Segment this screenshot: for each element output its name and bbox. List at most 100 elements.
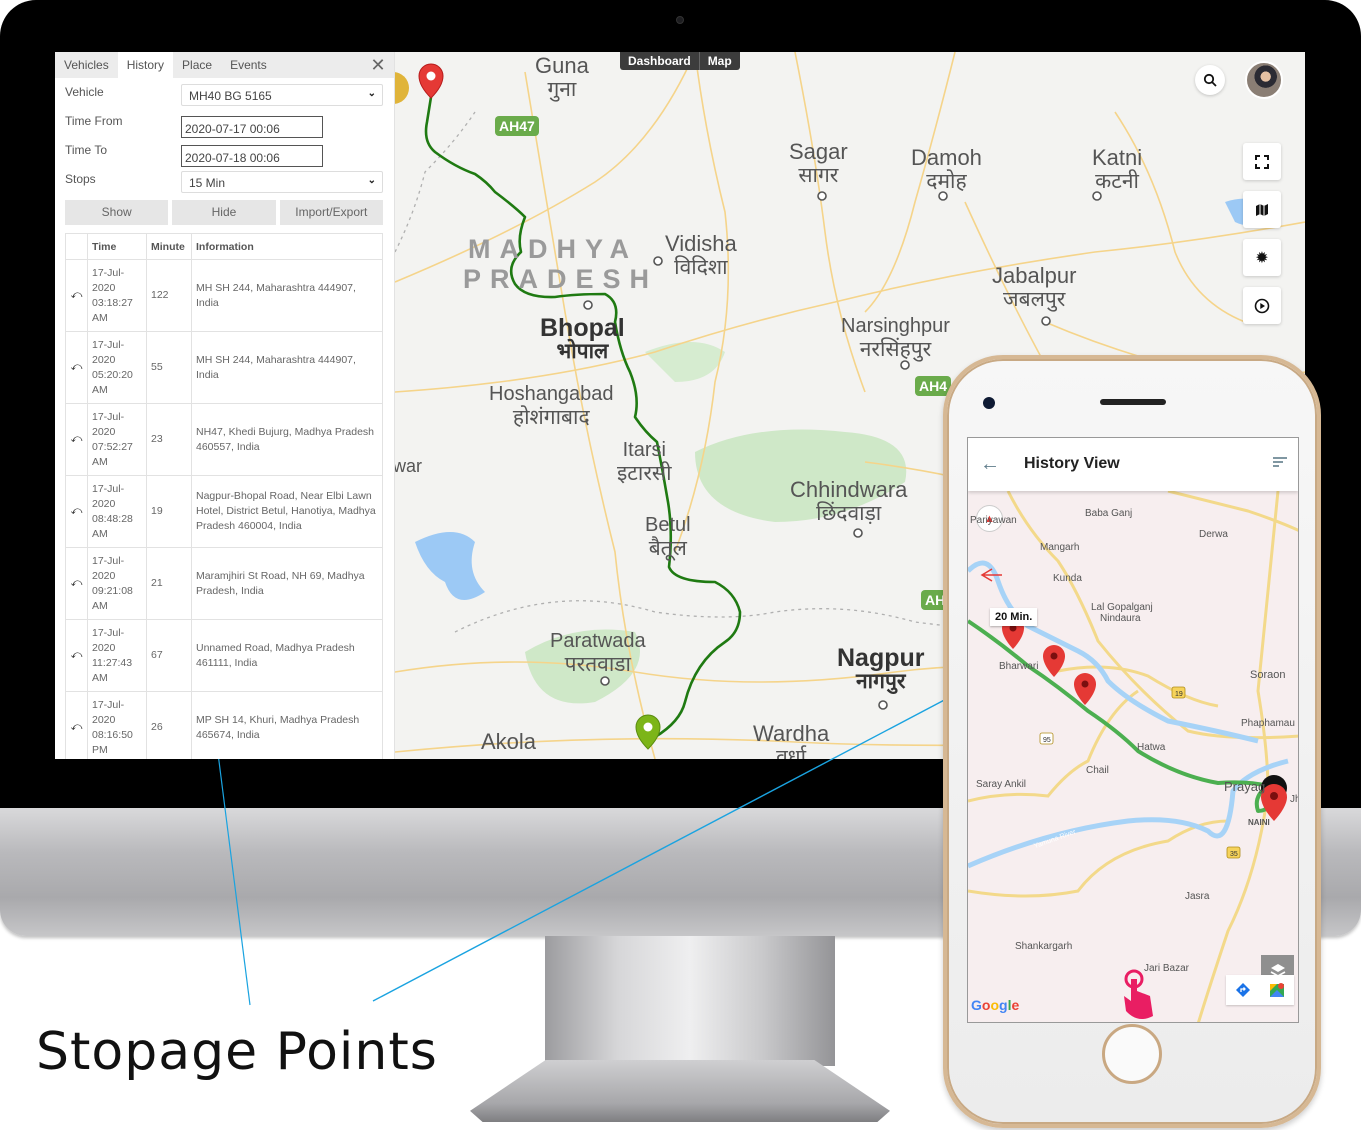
- import-export-button[interactable]: Import/Export: [279, 200, 383, 225]
- search-icon: [1203, 73, 1217, 87]
- header-minute[interactable]: Minute: [146, 233, 192, 260]
- tab-events[interactable]: Events: [221, 52, 276, 78]
- stop-minutes: 26: [146, 691, 192, 759]
- stop-time: 17-Jul-2020 03:18:27 AM: [87, 259, 147, 332]
- header-information[interactable]: Information: [191, 233, 383, 260]
- table-row[interactable]: ⤺ 17-Jul-2020 09:21:08 AM 21 Maramjhiri St …: [65, 547, 383, 620]
- stop-minutes: 122: [146, 259, 192, 332]
- header-icon-col: [65, 233, 88, 260]
- city-narsinghpur: Narsinghpur नरसिंहपुर: [841, 315, 950, 361]
- replay-icon[interactable]: ⤺: [65, 691, 88, 759]
- vehicle-select[interactable]: MH40 BG 5165 ⌄: [181, 84, 383, 106]
- open-in-maps-button[interactable]: [1260, 975, 1294, 1005]
- app-bar: ← History View: [968, 438, 1298, 491]
- stop-time: 17-Jul-2020 11:27:43 AM: [87, 619, 147, 692]
- table-header-row: Time Minute Information: [65, 233, 383, 260]
- nav-map[interactable]: Map: [698, 52, 740, 70]
- end-marker[interactable]: [635, 714, 661, 750]
- stop-minutes: 67: [146, 619, 192, 692]
- replay-icon[interactable]: ⤺: [65, 475, 88, 548]
- table-row[interactable]: ⤺ 17-Jul-2020 07:52:27 AM 23 NH47, Khedi Bu…: [65, 403, 383, 476]
- table-row[interactable]: ⤺ 17-Jul-2020 08:48:28 AM 19 Nagpur-Bhopal …: [65, 475, 383, 548]
- city-betul: Betul बैतूल: [645, 514, 691, 560]
- stop-time: 17-Jul-2020 09:21:08 AM: [87, 547, 147, 620]
- vehicle-select-value: MH40 BG 5165: [189, 89, 272, 103]
- stop-time: 17-Jul-2020 08:48:28 AM: [87, 475, 147, 548]
- user-avatar[interactable]: [1245, 61, 1283, 99]
- close-icon[interactable]: ✕: [368, 55, 388, 75]
- city-guna: Guna गुना: [535, 53, 589, 102]
- time-from-input[interactable]: [181, 116, 323, 138]
- place-label: Shankargarh: [1015, 941, 1073, 952]
- time-from-label: Time From: [65, 114, 123, 128]
- stop-information: Nagpur-Bhopal Road, Near Elbi Lawn Hotel…: [191, 475, 383, 548]
- google-logo-letter: o: [990, 997, 1000, 1013]
- fullscreen-button[interactable]: [1243, 143, 1281, 180]
- stop-information: Unnamed Road, Madhya Pradesh 461111, Ind…: [191, 619, 383, 692]
- panel-tabs: Vehicles History Place Events ✕: [55, 52, 394, 78]
- filter-icon[interactable]: [1272, 455, 1288, 473]
- header-time[interactable]: Time: [87, 233, 147, 260]
- start-marker[interactable]: [418, 63, 444, 99]
- place-label: Jari Bazar: [1144, 963, 1190, 974]
- map-layers-button[interactable]: [1243, 191, 1281, 228]
- chevron-down-icon: ⌄: [367, 175, 376, 186]
- google-logo: Google: [971, 997, 1019, 1013]
- home-button[interactable]: [1102, 1024, 1162, 1084]
- mobile-map[interactable]: 19 95 35 ▲ Pariyawan Baba Ganj Derwa Man…: [968, 491, 1298, 1022]
- google-logo-letter: e: [1011, 997, 1020, 1013]
- phone-camera: [983, 397, 995, 409]
- road-badge-label: 95: [1043, 737, 1051, 744]
- state-label: PRADESH: [463, 264, 659, 294]
- stops-select[interactable]: 15 Min ⌄: [181, 171, 383, 193]
- city-nagpur: Nagpur नागपुर: [837, 644, 925, 694]
- replay-icon[interactable]: ⤺: [65, 619, 88, 692]
- tab-history[interactable]: History: [117, 52, 174, 78]
- monitor-stand: [545, 936, 835, 1066]
- city-itarsi: Itarsi इटारसी: [617, 439, 672, 485]
- chevron-down-icon: ⌄: [367, 88, 376, 99]
- stops-table: Time Minute Information ⤺ 17-Jul-2020 03:…: [65, 233, 383, 759]
- app-title: History View: [1024, 455, 1120, 472]
- time-to-label: Time To: [65, 143, 108, 157]
- arrow-left-icon[interactable]: ←: [980, 453, 1000, 476]
- playback-button[interactable]: [1243, 287, 1281, 324]
- hide-button[interactable]: Hide: [172, 200, 276, 225]
- city-vidisha: Vidisha विदिशा: [665, 231, 737, 280]
- tab-vehicles[interactable]: Vehicles: [55, 52, 118, 78]
- place-label: Saray Ankil: [976, 779, 1027, 790]
- directions-button[interactable]: [1226, 975, 1260, 1005]
- search-button[interactable]: [1195, 65, 1225, 95]
- history-panel: Vehicles History Place Events ✕ Vehicle …: [55, 52, 395, 759]
- stop-minutes: 23: [146, 403, 192, 476]
- replay-icon[interactable]: ⤺: [65, 331, 88, 404]
- table-row[interactable]: ⤺ 17-Jul-2020 03:18:27 AM 122 MH SH 244, Ma…: [65, 259, 383, 332]
- monitor-camera: [676, 16, 684, 24]
- table-row[interactable]: ⤺ 17-Jul-2020 11:27:43 AM 67 Unnamed Road, …: [65, 619, 383, 692]
- highway-badge: AH4: [915, 376, 952, 396]
- table-row[interactable]: ⤺ 17-Jul-2020 08:16:50 PM 26 MP SH 14, Khur…: [65, 691, 383, 759]
- settings-button[interactable]: ✹: [1243, 239, 1281, 276]
- time-to-input[interactable]: [181, 145, 323, 167]
- replay-icon[interactable]: ⤺: [65, 403, 88, 476]
- table-row[interactable]: ⤺ 17-Jul-2020 05:20:20 AM 55 MH SH 244, Mah…: [65, 331, 383, 404]
- top-nav: Dashboard Map: [620, 52, 740, 70]
- place-label: Baba Ganj: [1085, 508, 1133, 519]
- tab-place[interactable]: Place: [173, 52, 221, 78]
- place-label: Phaphamau: [1241, 718, 1295, 729]
- replay-icon[interactable]: ⤺: [65, 259, 88, 332]
- cluster-marker[interactable]: [395, 72, 409, 104]
- stop-time: 17-Jul-2020 05:20:20 AM: [87, 331, 147, 404]
- place-label: Nindaura: [1100, 613, 1141, 624]
- place-label: Chail: [1086, 765, 1109, 776]
- replay-icon[interactable]: ⤺: [65, 547, 88, 620]
- city-hoshangabad: Hoshangabad होशंगाबाद: [489, 383, 614, 429]
- map-layers-icon: [1256, 203, 1268, 216]
- show-button[interactable]: Show: [65, 200, 169, 225]
- stop-marker[interactable]: [1043, 645, 1065, 677]
- city-sagar: Sagar सागर: [789, 139, 848, 188]
- nav-dashboard[interactable]: Dashboard: [620, 52, 699, 70]
- city-wardha: Wardha वर्धा: [753, 721, 830, 760]
- city-damoh: Damoh दमोह: [911, 145, 982, 194]
- stops-select-value: 15 Min: [189, 176, 226, 190]
